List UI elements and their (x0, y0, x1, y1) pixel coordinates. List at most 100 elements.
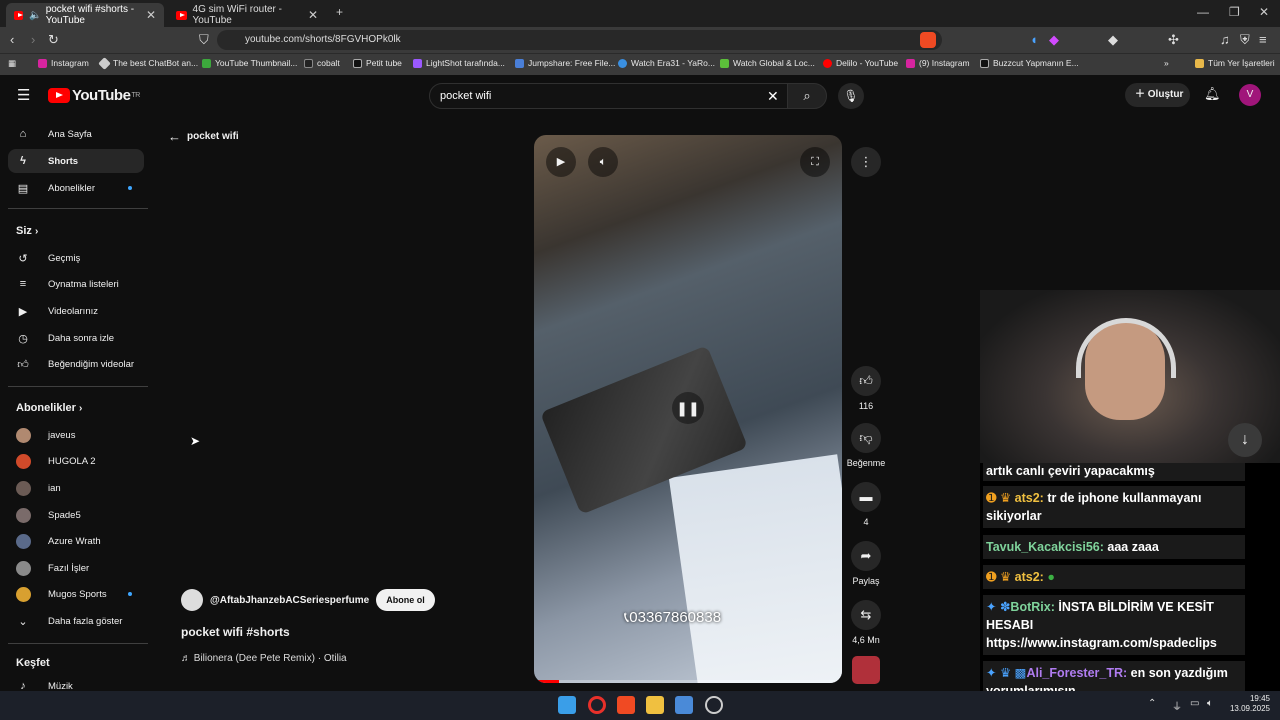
subscriptions-section-header[interactable]: Abonelikler › (16, 402, 82, 414)
subscription-channel[interactable]: Fazıl İşler (8, 556, 144, 580)
dislike-label: Beğenme (846, 458, 886, 468)
youtube-logo[interactable]: YouTube TR (48, 87, 140, 104)
close-icon[interactable]: ✕ (308, 8, 318, 22)
avatar[interactable] (181, 589, 203, 611)
bookmark-label: Buzzcut Yapmanın E... (993, 58, 1079, 68)
subscription-channel[interactable]: Azure Wrath (8, 529, 144, 553)
app-icon[interactable] (705, 696, 723, 714)
sidebar-item-history[interactable]: ↺ Geçmiş (8, 246, 144, 270)
short-video-player[interactable]: ▶ 🔈︎ ⛶ ❚❚ 📞︎03367860838 (534, 135, 842, 683)
subscription-channel[interactable]: ian (8, 476, 144, 500)
bookmark-item[interactable]: cobalt (304, 58, 340, 68)
bookmark-item[interactable]: LightShot tarafında... (413, 58, 505, 68)
subscription-channel[interactable]: HUGOLA 2 (8, 449, 144, 473)
like-button[interactable]: 👍︎ 116 (846, 366, 886, 411)
volume-icon[interactable]: 🔈︎ (1207, 698, 1213, 709)
you-section-header[interactable]: Siz › (16, 225, 38, 237)
fullscreen-icon[interactable]: ⛶ (800, 147, 830, 177)
sidebar-item-playlists[interactable]: ≡ Oynatma listeleri (8, 272, 144, 296)
close-icon[interactable]: ✕ (146, 8, 156, 22)
notifications-bell-icon[interactable]: 🔔︎ (1204, 86, 1221, 102)
more-bookmarks-icon[interactable]: » (1164, 58, 1169, 68)
new-tab-icon[interactable]: + (336, 5, 343, 19)
more-options-button[interactable]: ⋮ (851, 147, 881, 177)
pause-icon[interactable]: ❚❚ (672, 392, 704, 424)
video-progress-bar[interactable] (534, 680, 842, 683)
extensions-puzzle-icon[interactable]: ✣ (1168, 32, 1179, 48)
share-button[interactable]: ➦ Paylaş (846, 541, 886, 586)
sidebar-item-your-videos[interactable]: ▶ Videolarınız (8, 299, 144, 323)
sidebar-item-shorts[interactable]: ϟ Shorts (8, 149, 144, 173)
forward-arrow-icon[interactable]: › (31, 32, 35, 47)
bookmark-item[interactable]: Petit tube (353, 58, 402, 68)
bookmark-item[interactable]: Instagram (38, 58, 89, 68)
voice-search-button[interactable]: 🎙 (838, 83, 864, 109)
hamburger-menu-icon[interactable]: ☰ (17, 86, 30, 104)
region-code: TR (131, 92, 140, 99)
bookmark-item[interactable]: Jumpshare: Free File... (515, 58, 615, 68)
remix-button[interactable]: ⇆ 4,6 Mn (846, 600, 886, 645)
bookmark-folder[interactable]: Tüm Yer İşaretleri (1195, 58, 1275, 68)
subscription-channel[interactable]: javeus (8, 423, 144, 447)
usb-icon[interactable]: ⏚ (1172, 698, 1182, 713)
sidebar-item-home[interactable]: ⌂ Ana Sayfa (8, 122, 144, 146)
menu-icon[interactable]: ≡ (1259, 32, 1267, 47)
chat-user: ats2: (1014, 570, 1044, 584)
apps-grid-icon[interactable]: ▦ (8, 58, 16, 69)
sidebar-item-subscriptions[interactable]: ▤ Abonelikler (8, 176, 144, 200)
bookmark-item[interactable]: Delilo - YouTube (823, 58, 898, 68)
tab-inactive[interactable]: 4G sim WiFi router - YouTube ✕ (168, 3, 326, 27)
sidebar-item-watch-later[interactable]: ◷ Daha sonra izle (8, 326, 144, 350)
music-icon[interactable]: ♫ (1220, 32, 1230, 47)
minimize-icon[interactable]: — (1197, 5, 1209, 19)
music-info[interactable]: ♬ Bilionera (Dee Pete Remix) · Otilia (181, 653, 347, 664)
avatar[interactable]: V (1239, 84, 1261, 106)
bookmark-item[interactable]: The best ChatBot an... (98, 56, 199, 70)
bookmark-label: The best ChatBot an... (113, 58, 199, 68)
sound-thumbnail[interactable] (852, 656, 880, 684)
extension-icon[interactable]: ◖ (1030, 32, 1038, 47)
dislike-button[interactable]: 👎︎ Beğenme (843, 423, 889, 468)
comments-button[interactable]: ▬ 4 (846, 482, 886, 527)
bookmark-item[interactable]: Watch Era31 - YaRo... (618, 58, 715, 68)
app-icon[interactable] (675, 696, 693, 714)
extension-icon[interactable]: ◆ (1049, 32, 1059, 48)
back-link[interactable]: ← pocket wifi (168, 129, 239, 144)
bookmark-item[interactable]: Buzzcut Yapmanın E... (980, 58, 1079, 68)
bookmark-item[interactable]: (9) Instagram (906, 58, 970, 68)
avatar (16, 480, 31, 496)
subscription-channel[interactable]: Spade5 (8, 503, 144, 527)
sidebar-item-liked-videos[interactable]: 👍︎ Beğendiğim videolar (8, 352, 144, 376)
subscription-channel[interactable]: Mugos Sports (8, 582, 144, 606)
file-explorer-icon[interactable] (646, 696, 664, 714)
create-button[interactable]: ＋ Oluştur (1125, 83, 1190, 107)
reload-icon[interactable]: ↻ (48, 32, 59, 48)
extension-icon[interactable]: ◆ (1108, 32, 1118, 48)
back-arrow-icon[interactable]: ‹ (10, 32, 14, 47)
vpn-icon[interactable]: ⛨ (1240, 32, 1250, 48)
search-button[interactable]: ⌕ (787, 83, 827, 109)
tab-active[interactable]: 🔈 pocket wifi #shorts - YouTube ✕ (6, 3, 164, 27)
window-close-icon[interactable]: ✕ (1259, 5, 1269, 19)
url-input[interactable]: youtube.com/shorts/8FGVHOPk0lk (217, 30, 942, 50)
opera-icon[interactable] (588, 696, 606, 714)
display-icon[interactable]: ▭ (1190, 698, 1199, 709)
scroll-down-button[interactable]: ↓ (1228, 423, 1262, 457)
start-windows-icon[interactable] (558, 696, 576, 714)
clear-search-icon[interactable]: ✕ (767, 84, 779, 108)
brave-shield-icon[interactable] (920, 32, 936, 48)
play-icon[interactable]: ▶ (546, 147, 576, 177)
system-clock[interactable]: 19:45 13.09.2025 (1222, 694, 1270, 714)
brave-browser-icon[interactable] (617, 696, 635, 714)
bookmark-item[interactable]: YouTube Thumbnail... (202, 58, 297, 68)
chevron-up-icon[interactable]: ⌃ (1148, 698, 1156, 709)
channel-name[interactable]: @AftabJhanzebACSeriesperfume (210, 595, 369, 606)
bookmark-item[interactable]: Watch Global & Loc... (720, 58, 815, 68)
volume-icon[interactable]: 🔈︎ (588, 147, 618, 177)
maximize-icon[interactable]: ❐ (1229, 5, 1240, 19)
sidebar-item-label: Oynatma listeleri (48, 278, 119, 290)
subscribe-button[interactable]: Abone ol (376, 589, 435, 611)
show-more-button[interactable]: ⌄ Daha fazla göster (8, 609, 144, 633)
bookmark-icon[interactable]: ⛉ (199, 32, 209, 48)
search-input[interactable]: pocket wifi ✕ (429, 83, 788, 109)
